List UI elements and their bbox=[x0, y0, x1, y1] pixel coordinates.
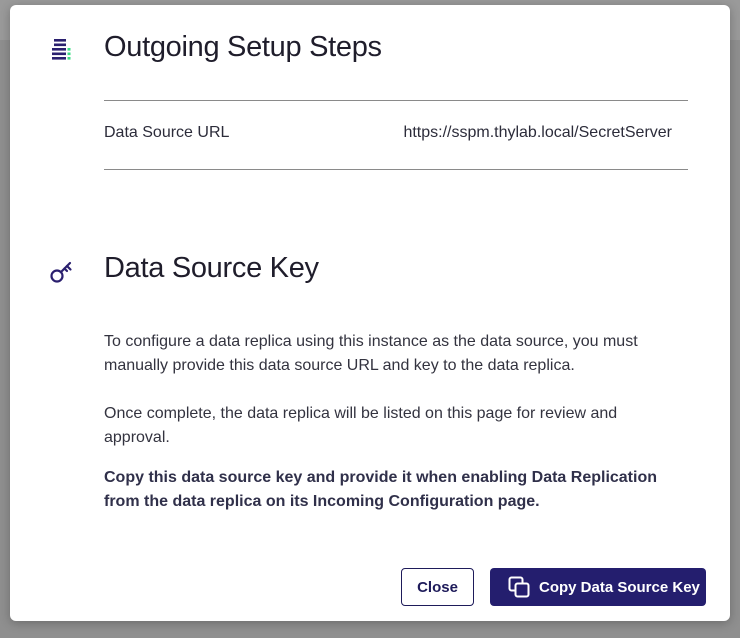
divider-top bbox=[104, 100, 688, 101]
divider-bottom bbox=[104, 169, 688, 170]
data-source-url-label: Data Source URL bbox=[104, 124, 230, 141]
close-button[interactable]: Close bbox=[401, 568, 474, 606]
instruction-paragraph-3: Copy this data source key and provide it… bbox=[104, 469, 657, 510]
server-list-icon bbox=[52, 39, 71, 60]
setup-steps-title: Outgoing Setup Steps bbox=[104, 31, 382, 63]
instruction-paragraph-1: To configure a data replica using this i… bbox=[104, 333, 638, 374]
key-icon bbox=[50, 261, 72, 283]
close-button-label: Close bbox=[417, 578, 458, 596]
copy-data-source-key-button[interactable]: Copy Data Source Key bbox=[490, 568, 706, 606]
data-source-key-title: Data Source Key bbox=[104, 252, 319, 284]
copy-icon bbox=[508, 576, 530, 598]
copy-button-label: Copy Data Source Key bbox=[539, 578, 700, 596]
outgoing-setup-dialog: Outgoing Setup Steps Data Source URL htt… bbox=[10, 5, 730, 621]
instruction-paragraph-2: Once complete, the data replica will be … bbox=[104, 405, 618, 446]
data-source-url-value: https://sspm.thylab.local/SecretServer bbox=[403, 124, 672, 141]
